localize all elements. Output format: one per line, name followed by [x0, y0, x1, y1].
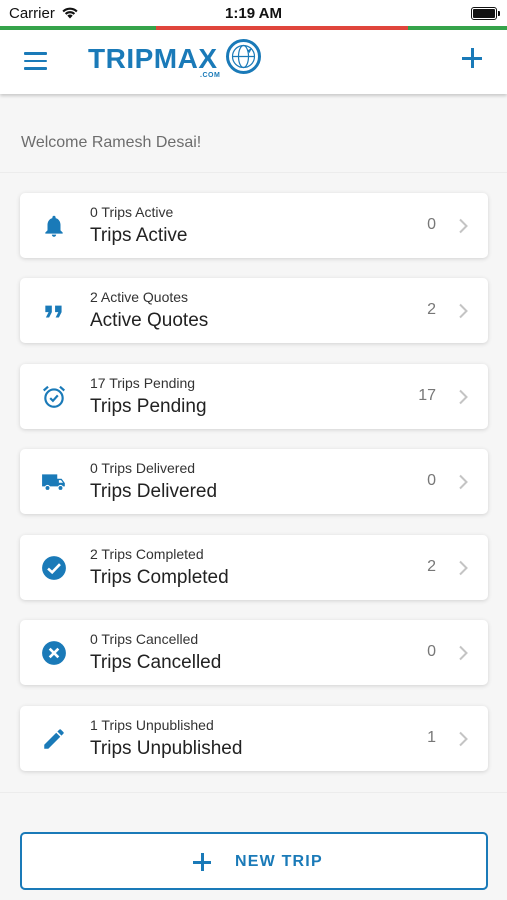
chevron-right-icon	[459, 645, 468, 661]
app-header: TRIPMAX .COM	[0, 30, 507, 94]
quote-icon	[45, 305, 62, 318]
card-subtitle: 0 Trips Delivered	[90, 460, 196, 476]
card-count: 0	[427, 216, 436, 233]
card-subtitle: 2 Trips Completed	[90, 546, 204, 562]
card-title: Active Quotes	[90, 310, 209, 331]
card-title: Trips Unpublished	[90, 738, 243, 759]
card-count: 0	[427, 472, 436, 489]
card-trips-cancelled[interactable]: 0 Trips Cancelled Trips Cancelled 0	[20, 620, 488, 685]
chevron-right-icon	[459, 474, 468, 490]
battery-icon	[471, 7, 500, 20]
card-trips-completed[interactable]: 2 Trips Completed Trips Completed 2	[20, 535, 488, 600]
divider	[0, 172, 507, 173]
card-count: 2	[427, 558, 436, 575]
logo-suffix: .COM	[200, 72, 221, 79]
card-subtitle: 17 Trips Pending	[90, 375, 196, 391]
status-bar: Carrier 1:19 AM	[0, 0, 507, 26]
new-trip-label: NEW TRIP	[235, 853, 323, 870]
chevron-right-icon	[459, 218, 468, 234]
card-trips-active[interactable]: 0 Trips Active Trips Active 0	[20, 193, 488, 258]
card-active-quotes[interactable]: 2 Active Quotes Active Quotes 2	[20, 278, 488, 343]
pencil-icon	[44, 729, 64, 749]
bell-icon	[45, 215, 63, 237]
chevron-right-icon	[459, 560, 468, 576]
card-subtitle: 1 Trips Unpublished	[90, 717, 214, 733]
card-subtitle: 0 Trips Active	[90, 204, 174, 220]
card-trips-delivered[interactable]: 0 Trips Delivered Trips Delivered 0	[20, 449, 488, 514]
card-count: 17	[418, 387, 436, 404]
plus-icon	[193, 853, 211, 871]
status-time: 1:19 AM	[225, 5, 282, 22]
menu-button[interactable]	[24, 52, 47, 70]
check-circle-icon	[42, 556, 66, 580]
hamburger-icon	[24, 52, 47, 55]
card-trips-unpublished[interactable]: 1 Trips Unpublished Trips Unpublished 1	[20, 706, 488, 771]
welcome-message: Welcome Ramesh Desai!	[21, 134, 202, 151]
globe-compass-icon	[226, 39, 261, 74]
logo-wordmark: TRIPMAX	[88, 43, 218, 74]
card-title: Trips Delivered	[90, 481, 218, 502]
chevron-right-icon	[459, 303, 468, 319]
divider	[0, 792, 507, 793]
add-button[interactable]	[462, 48, 482, 68]
card-title: Trips Active	[90, 225, 188, 246]
cancel-circle-icon	[42, 641, 66, 665]
card-count: 2	[427, 301, 436, 318]
card-trips-pending[interactable]: 17 Trips Pending Trips Pending 17	[20, 364, 488, 429]
card-count: 1	[427, 729, 436, 746]
chevron-right-icon	[459, 731, 468, 747]
card-title: Trips Cancelled	[90, 652, 222, 673]
card-subtitle: 0 Trips Cancelled	[90, 631, 199, 647]
card-subtitle: 2 Active Quotes	[90, 289, 189, 305]
new-trip-button[interactable]: NEW TRIP	[20, 832, 488, 890]
truck-icon	[42, 474, 65, 491]
card-title: Trips Pending	[90, 396, 207, 417]
alarm-clock-icon	[42, 385, 66, 408]
card-title: Trips Completed	[90, 567, 229, 588]
card-count: 0	[427, 643, 436, 660]
chevron-right-icon	[459, 389, 468, 405]
